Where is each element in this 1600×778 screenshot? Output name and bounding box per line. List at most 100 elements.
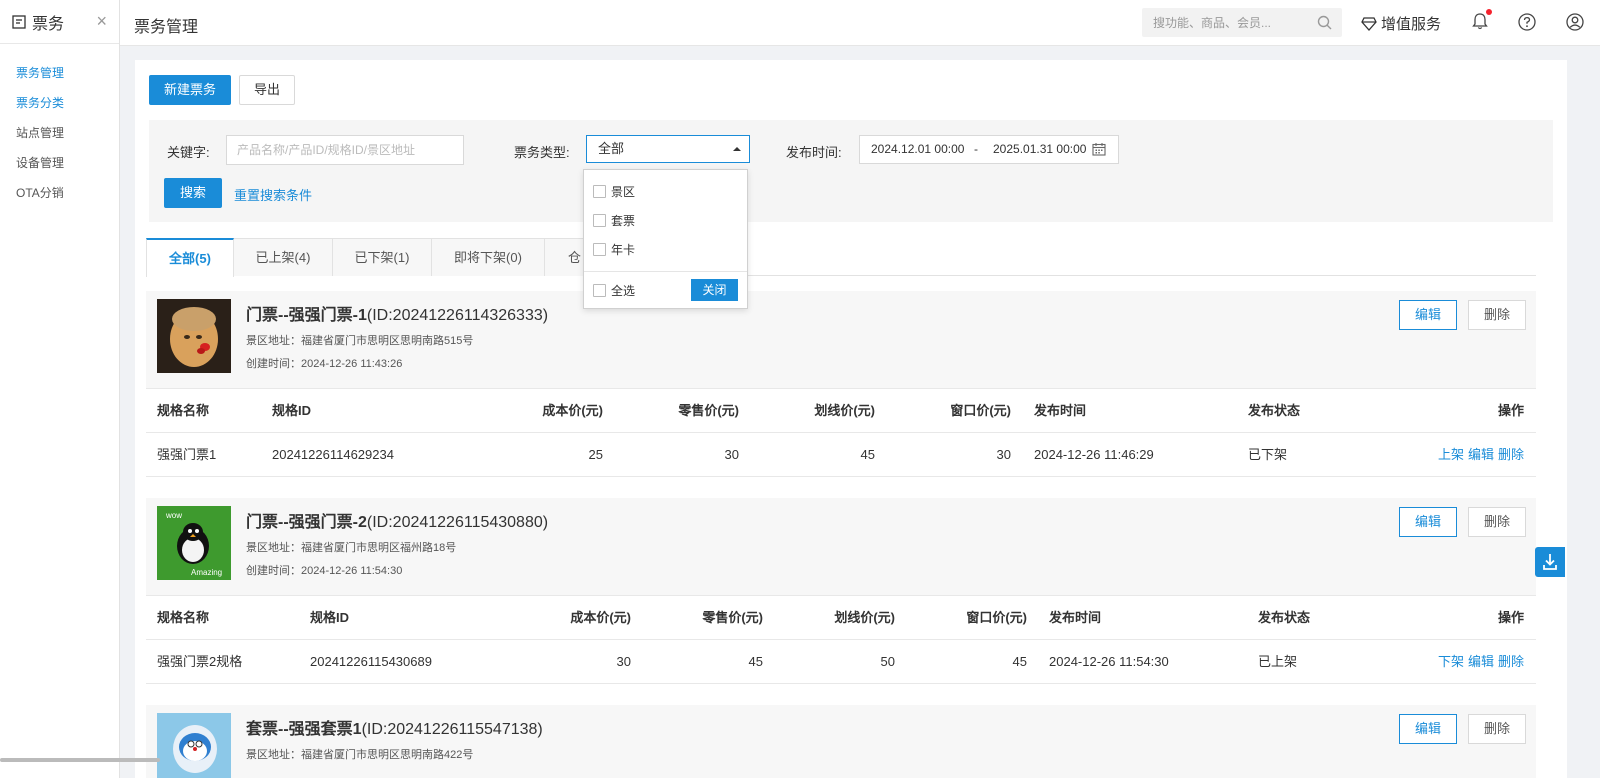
type-option-scenic[interactable]: 景区 bbox=[593, 182, 635, 200]
col-spec-name: 规格名称 bbox=[157, 403, 210, 418]
download-float-button[interactable] bbox=[1535, 547, 1565, 577]
retail-price: 30 bbox=[724, 447, 739, 462]
publish-status: 已下架 bbox=[1248, 447, 1288, 462]
row-actions: 上架 编辑 删除 bbox=[1416, 433, 1524, 477]
window-price: 45 bbox=[1012, 654, 1027, 669]
product-title: 门票--强强门票-2 bbox=[246, 514, 367, 531]
bell-icon[interactable] bbox=[1472, 12, 1488, 30]
sidebar-header: 票务 × bbox=[0, 0, 119, 44]
ticket-type-dropdown: 景区 套票 年卡 全选 关闭 bbox=[583, 169, 748, 309]
shelf-on-link[interactable]: 上架 bbox=[1438, 447, 1464, 462]
keyword-input[interactable] bbox=[226, 135, 464, 165]
sidebar-item-site-management[interactable]: 站点管理 bbox=[0, 118, 119, 148]
sidebar-item-device-management[interactable]: 设备管理 bbox=[0, 148, 119, 178]
type-option-package[interactable]: 套票 bbox=[593, 211, 635, 229]
product-name: 门票--强强门票-1(ID:20241226114326333) bbox=[246, 301, 548, 325]
product-created-time: 创建时间：2024-12-26 11:43:26 bbox=[246, 358, 403, 370]
select-all-option[interactable]: 全选 bbox=[593, 281, 635, 299]
tab-on-shelf[interactable]: 已上架(4) bbox=[233, 238, 333, 276]
export-button[interactable]: 导出 bbox=[239, 75, 296, 105]
reset-search-link[interactable]: 重置搜索条件 bbox=[234, 185, 312, 204]
type-option-label: 套票 bbox=[611, 213, 636, 228]
main-panel: 新建票务 导出 关键字: 票务类型: 全部 发布时间: 2024.12.01 0… bbox=[135, 60, 1567, 778]
spec-header-row: 规格名称 规格ID 成本价(元) 零售价(元) 划线价(元) 窗口价(元) 发布… bbox=[146, 596, 1536, 640]
spec-id: 20241226115430689 bbox=[310, 654, 432, 669]
product-header: 门票--强强门票-1(ID:20241226114326333) 景区地址：福建… bbox=[146, 291, 1536, 389]
checkbox-icon[interactable] bbox=[593, 283, 606, 297]
cost-price: 30 bbox=[616, 654, 631, 669]
checkbox-icon[interactable] bbox=[593, 213, 606, 227]
sidebar: 票务 × 票务管理 票务分类 站点管理 设备管理 OTA分销 bbox=[0, 0, 120, 778]
spec-name: 强强门票2规格 bbox=[157, 654, 243, 669]
type-option-label: 景区 bbox=[611, 184, 636, 199]
new-ticket-button[interactable]: 新建票务 bbox=[149, 75, 232, 105]
date-separator: - bbox=[974, 142, 978, 156]
edit-spec-link[interactable]: 编辑 bbox=[1468, 654, 1494, 669]
edit-product-button[interactable]: 编辑 bbox=[1399, 714, 1457, 744]
col-spec-id: 规格ID bbox=[272, 403, 312, 418]
type-option-annual-card[interactable]: 年卡 bbox=[593, 240, 635, 258]
strike-price: 50 bbox=[880, 654, 895, 669]
tab-all[interactable]: 全部(5) bbox=[146, 238, 234, 277]
col-ops: 操作 bbox=[1497, 610, 1524, 625]
ticket-type-select[interactable]: 全部 bbox=[586, 135, 750, 163]
product-card: 套票--强强套票1(ID:20241226115547138) 景区地址：福建省… bbox=[146, 705, 1536, 778]
product-created-time: 创建时间：2024-12-26 11:54:30 bbox=[246, 565, 403, 577]
product-header: wow Amazing 门票--强强门票-2(ID:20241226115430… bbox=[146, 498, 1536, 596]
product-card: 门票--强强门票-1(ID:20241226114326333) 景区地址：福建… bbox=[146, 291, 1536, 477]
spec-name: 强强门票1 bbox=[157, 447, 217, 462]
search-icon[interactable] bbox=[1317, 15, 1332, 30]
edit-product-button[interactable]: 编辑 bbox=[1399, 300, 1457, 330]
edit-spec-link[interactable]: 编辑 bbox=[1468, 447, 1494, 462]
window-price: 30 bbox=[996, 447, 1011, 462]
col-status: 发布状态 bbox=[1258, 610, 1311, 625]
dropdown-close-button[interactable]: 关闭 bbox=[691, 279, 738, 301]
col-retail: 零售价(元) bbox=[702, 610, 763, 625]
strike-price: 45 bbox=[860, 447, 875, 462]
sidebar-item-ticket-management[interactable]: 票务管理 bbox=[0, 58, 119, 88]
calendar-icon[interactable] bbox=[1092, 142, 1106, 156]
spec-header-row: 规格名称 规格ID 成本价(元) 零售价(元) 划线价(元) 窗口价(元) 发布… bbox=[146, 389, 1536, 433]
dropdown-divider bbox=[584, 271, 747, 272]
value-added-services-button[interactable]: 增值服务 bbox=[1361, 13, 1441, 34]
checkbox-icon[interactable] bbox=[593, 242, 606, 256]
shelf-off-link[interactable]: 下架 bbox=[1438, 654, 1464, 669]
global-search bbox=[1142, 8, 1342, 37]
tab-off-shelf[interactable]: 已下架(1) bbox=[332, 238, 432, 276]
product-id: (ID:20241226115430880) bbox=[366, 514, 549, 531]
close-icon[interactable]: × bbox=[96, 12, 107, 30]
caret-up-icon bbox=[733, 147, 741, 151]
publish-date-range[interactable]: 2024.12.01 00:00 - 2025.01.31 00:00 bbox=[859, 135, 1119, 164]
publish-time: 2024-12-26 11:46:29 bbox=[1034, 447, 1154, 462]
help-icon[interactable] bbox=[1518, 13, 1536, 31]
col-spec-id: 规格ID bbox=[310, 610, 350, 625]
horizontal-scrollbar[interactable] bbox=[0, 758, 160, 762]
ticket-type-label: 票务类型: bbox=[514, 145, 570, 160]
top-bar: 票务管理 增值服务 bbox=[120, 0, 1600, 46]
thumbnail-text-bottom: Amazing bbox=[191, 568, 222, 577]
sidebar-item-ticket-category[interactable]: 票务分类 bbox=[0, 88, 119, 118]
delete-product-button[interactable]: 删除 bbox=[1468, 714, 1526, 744]
product-id: (ID:20241226115547138) bbox=[361, 721, 543, 738]
delete-product-button[interactable]: 删除 bbox=[1468, 507, 1526, 537]
tab-expiring[interactable]: 即将下架(0) bbox=[431, 238, 545, 276]
col-publish-time: 发布时间 bbox=[1034, 403, 1087, 418]
spec-table: 规格名称 规格ID 成本价(元) 零售价(元) 划线价(元) 窗口价(元) 发布… bbox=[146, 596, 1536, 684]
delete-spec-link[interactable]: 删除 bbox=[1498, 447, 1524, 462]
delete-product-button[interactable]: 删除 bbox=[1468, 300, 1526, 330]
product-thumbnail: wow Amazing bbox=[157, 506, 231, 580]
edit-product-button[interactable]: 编辑 bbox=[1399, 507, 1457, 537]
user-icon[interactable] bbox=[1566, 13, 1584, 31]
col-window: 窗口价(元) bbox=[966, 610, 1027, 625]
publish-time-label: 发布时间: bbox=[786, 145, 842, 160]
product-id: (ID:20241226114326333) bbox=[366, 307, 549, 324]
product-header: 套票--强强套票1(ID:20241226115547138) 景区地址：福建省… bbox=[146, 705, 1536, 778]
delete-spec-link[interactable]: 删除 bbox=[1498, 654, 1524, 669]
checkbox-icon[interactable] bbox=[593, 184, 606, 198]
global-search-input[interactable] bbox=[1142, 8, 1312, 37]
download-icon bbox=[1543, 554, 1557, 570]
search-button[interactable]: 搜索 bbox=[164, 178, 223, 208]
product-card: wow Amazing 门票--强强门票-2(ID:20241226115430… bbox=[146, 498, 1536, 684]
product-name: 门票--强强门票-2(ID:20241226115430880) bbox=[246, 508, 548, 532]
sidebar-item-ota[interactable]: OTA分销 bbox=[0, 178, 119, 208]
